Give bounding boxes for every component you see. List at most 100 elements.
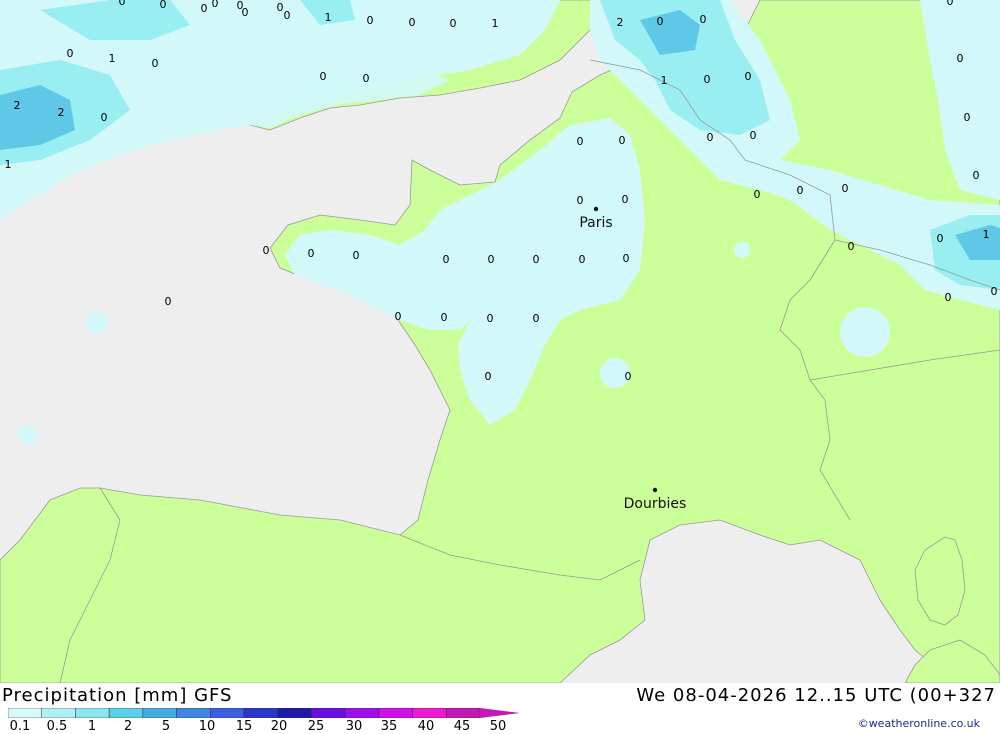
precip-value: 1 xyxy=(492,17,499,30)
precip-value: 0 xyxy=(160,0,167,11)
precip-value: 0 xyxy=(67,47,74,60)
precip-value: 0 xyxy=(842,182,849,195)
legend-swatch xyxy=(344,708,380,718)
precip-value: 0 xyxy=(579,253,586,266)
legend-tick: 0.5 xyxy=(46,719,68,734)
precip-value: 0 xyxy=(937,232,944,245)
precipitation-map[interactable]: 0 0 0 0 1 0 0 0 0 1 2 0 0 1 0 2 2 0 1 0 0 0 1 0 0 0 0 0 0 0 0 0 0 0 0 0 0 0 0 0… xyxy=(0,0,1000,683)
precip-value: 0 xyxy=(152,57,159,70)
legend-tick: 45 xyxy=(453,719,471,734)
legend-swatch xyxy=(8,708,42,718)
legend-swatch xyxy=(108,708,144,718)
legend-tick: 15 xyxy=(235,719,253,734)
precip-value: 0 xyxy=(308,247,315,260)
precip-value: 0 xyxy=(409,16,416,29)
precip-value: 0 xyxy=(450,17,457,30)
legend-swatch xyxy=(277,708,312,718)
precip-value: 0 xyxy=(622,193,629,206)
city-label: Dourbies xyxy=(624,496,687,512)
legend-arrow xyxy=(480,708,520,718)
legend-swatch xyxy=(412,708,447,718)
precip-value: 0 xyxy=(533,312,540,325)
precip-value: 0 xyxy=(623,252,630,265)
precip-value: 0 xyxy=(577,135,584,148)
precip-value: 0 xyxy=(485,370,492,383)
legend-tick: 1 xyxy=(87,719,97,734)
precip-value: 0 xyxy=(533,253,540,266)
precip-value: 0 xyxy=(657,15,664,28)
precip-value: 0 xyxy=(212,0,219,10)
precip-value: 0 xyxy=(263,244,270,257)
precip-value: 0 xyxy=(101,111,108,124)
valid-time: We 08-04-2026 12..15 UTC (00+327 xyxy=(636,685,996,706)
legend-tick: 40 xyxy=(417,719,435,734)
precip-value: 0 xyxy=(707,131,714,144)
precip-value: 0 xyxy=(750,129,757,142)
precip-value: 0 xyxy=(441,311,448,324)
precip-value: 0 xyxy=(945,291,952,304)
precip-value: 0 xyxy=(284,9,291,22)
legend-tick: 35 xyxy=(380,719,398,734)
legend-swatch xyxy=(378,708,413,718)
legend-tick: 5 xyxy=(161,719,171,734)
legend-swatch xyxy=(243,708,278,718)
legend-tick: 2 xyxy=(123,719,133,734)
precip-value: 1 xyxy=(325,11,332,24)
precip-value: 0 xyxy=(991,285,998,298)
precip-value: 1 xyxy=(661,74,668,87)
precip-value: 0 xyxy=(625,370,632,383)
precip-value: 0 xyxy=(947,0,954,8)
precip-value: 0 xyxy=(848,240,855,253)
precip-value: 0 xyxy=(119,0,126,8)
precip-value: 2 xyxy=(58,106,65,119)
precip-value: 0 xyxy=(367,14,374,27)
precip-value: 0 xyxy=(704,73,711,86)
precip-value: 0 xyxy=(201,2,208,15)
precip-value: 0 xyxy=(957,52,964,65)
precip-value: 0 xyxy=(973,169,980,182)
map-footer: Precipitation [mm] GFS We 08-04-2026 12.… xyxy=(0,683,1000,734)
precip-value: 0 xyxy=(237,0,244,12)
color-legend xyxy=(8,708,520,718)
precip-value: 0 xyxy=(745,70,752,83)
credit-link[interactable]: ©weatheronline.co.uk xyxy=(858,717,980,730)
city-label: Paris xyxy=(579,215,612,231)
precip-value: 0 xyxy=(395,310,402,323)
legend-tick: 10 xyxy=(198,719,216,734)
legend-tick: 50 xyxy=(489,719,507,734)
city-marker xyxy=(593,206,599,212)
legend-tick: 25 xyxy=(307,719,325,734)
legend-tick-labels: 0.1 0.5 1 2 5 10 15 20 25 30 35 40 45 50 xyxy=(0,719,540,734)
legend-tick: 0.1 xyxy=(9,719,31,734)
precip-value: 0 xyxy=(320,70,327,83)
legend-swatch xyxy=(142,708,177,718)
precip-value: 2 xyxy=(617,16,624,29)
precip-value: 0 xyxy=(797,184,804,197)
precip-value: 1 xyxy=(109,52,116,65)
map-title: Precipitation [mm] GFS xyxy=(2,685,233,706)
precip-value: 0 xyxy=(619,134,626,147)
precip-value: 0 xyxy=(700,13,707,26)
legend-tick: 20 xyxy=(270,719,288,734)
precip-value: 0 xyxy=(277,1,284,14)
precip-value: 0 xyxy=(754,188,761,201)
precip-value: 0 xyxy=(165,295,172,308)
legend-tick: 30 xyxy=(345,719,363,734)
precip-value: 0 xyxy=(487,312,494,325)
precip-value: 0 xyxy=(488,253,495,266)
precip-value: 1 xyxy=(983,228,990,241)
precip-value: 2 xyxy=(14,99,21,112)
legend-swatch xyxy=(446,708,481,718)
precip-value: 0 xyxy=(964,111,971,124)
legend-swatch xyxy=(210,708,245,718)
legend-swatch xyxy=(41,708,76,718)
precip-value: 0 xyxy=(577,194,584,207)
precip-value: 0 xyxy=(353,249,360,262)
city-marker xyxy=(652,487,658,493)
legend-swatch xyxy=(176,708,211,718)
legend-swatch xyxy=(75,708,110,718)
precip-value: 0 xyxy=(443,253,450,266)
precip-value: 1 xyxy=(5,158,12,171)
legend-swatch xyxy=(311,708,346,718)
precip-value: 0 xyxy=(363,72,370,85)
